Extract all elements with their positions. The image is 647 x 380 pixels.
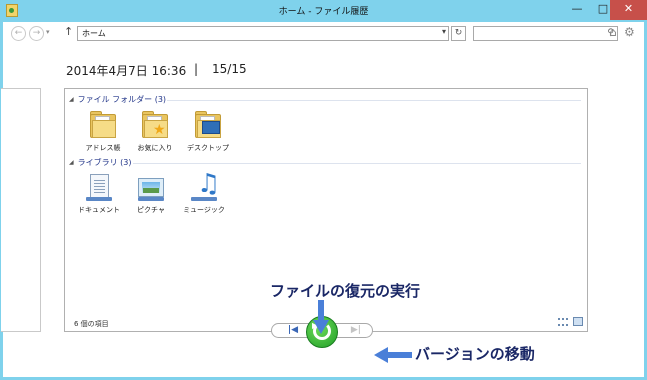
group-title: ライブラリ (3) [77,158,132,167]
group-header-file-folders[interactable]: ◢ ファイル フォルダー (3) [69,94,166,106]
close-button[interactable]: ✕ [610,0,647,20]
next-version-button[interactable]: ▶| [349,325,363,336]
item-label: デスクトップ [187,144,229,152]
details-view-icon[interactable] [558,318,568,326]
group-divider [133,163,581,164]
list-item-documents[interactable]: ドキュメント [71,173,127,215]
up-icon[interactable]: ↑ [64,25,73,38]
group-divider [167,100,581,101]
minimize-button[interactable]: — [564,0,590,20]
address-bar[interactable]: ホーム ▾ [77,26,449,41]
favorites-folder-icon: ★ [140,111,170,141]
annotation-left-arrow-icon [374,347,412,363]
group-title: ファイル フォルダー (3) [77,95,167,104]
title-bar: ホーム - ファイル履歴 — □ ✕ [0,0,647,22]
search-input[interactable]: ⚲ [473,26,618,41]
folder-icon [88,111,118,141]
version-count: 15/15 [212,62,247,76]
music-library-icon: ♫ [189,171,220,203]
back-icon[interactable]: ← [11,26,26,41]
item-label: ドキュメント [78,206,120,214]
address-dropdown-icon[interactable]: ▾ [442,27,446,36]
window-title: ホーム - ファイル履歴 [278,7,369,17]
group-header-libraries[interactable]: ◢ ライブラリ (3) [69,157,132,169]
item-label: ミュージック [183,206,225,214]
pictures-library-icon [136,173,166,203]
forward-icon[interactable]: → [29,26,44,41]
list-item-pictures[interactable]: ピクチャ [123,173,179,215]
refresh-icon[interactable]: ↻ [451,26,466,41]
list-item-favorites[interactable]: ★ お気に入り [127,111,183,153]
header-separator: | [194,62,199,76]
collapse-chevron-icon[interactable]: ◢ [69,96,74,103]
recent-locations-dropdown[interactable]: ▾ [46,28,50,36]
desktop-folder-icon [193,111,223,141]
gear-icon[interactable]: ⚙ [624,25,635,39]
collapse-chevron-icon[interactable]: ◢ [69,159,74,166]
backup-date: 2014年4月7日 16:36 [66,64,187,78]
list-item-address-book[interactable]: アドレス帳 [75,111,131,153]
home-icon[interactable]: ⌂ [609,25,617,39]
address-path: ホーム [82,29,106,38]
annotation-restore-label: ファイルの復元の実行 [270,282,421,300]
item-label: お気に入り [137,144,173,152]
item-count-status: 6 個の項目 [74,320,109,328]
annotation-move-version-label: バージョンの移動 [415,345,535,363]
list-item-music[interactable]: ♫ ミュージック [176,171,232,215]
list-item-desktop[interactable]: デスクトップ [180,111,236,153]
item-label: ピクチャ [137,206,165,214]
previous-version-button[interactable]: |◀ [286,325,300,336]
annotation-down-arrow-icon [313,300,329,334]
documents-library-icon [84,173,114,203]
item-label: アドレス帳 [85,144,121,152]
previous-version-panel[interactable] [1,88,41,332]
large-icons-view-icon[interactable] [573,317,583,326]
